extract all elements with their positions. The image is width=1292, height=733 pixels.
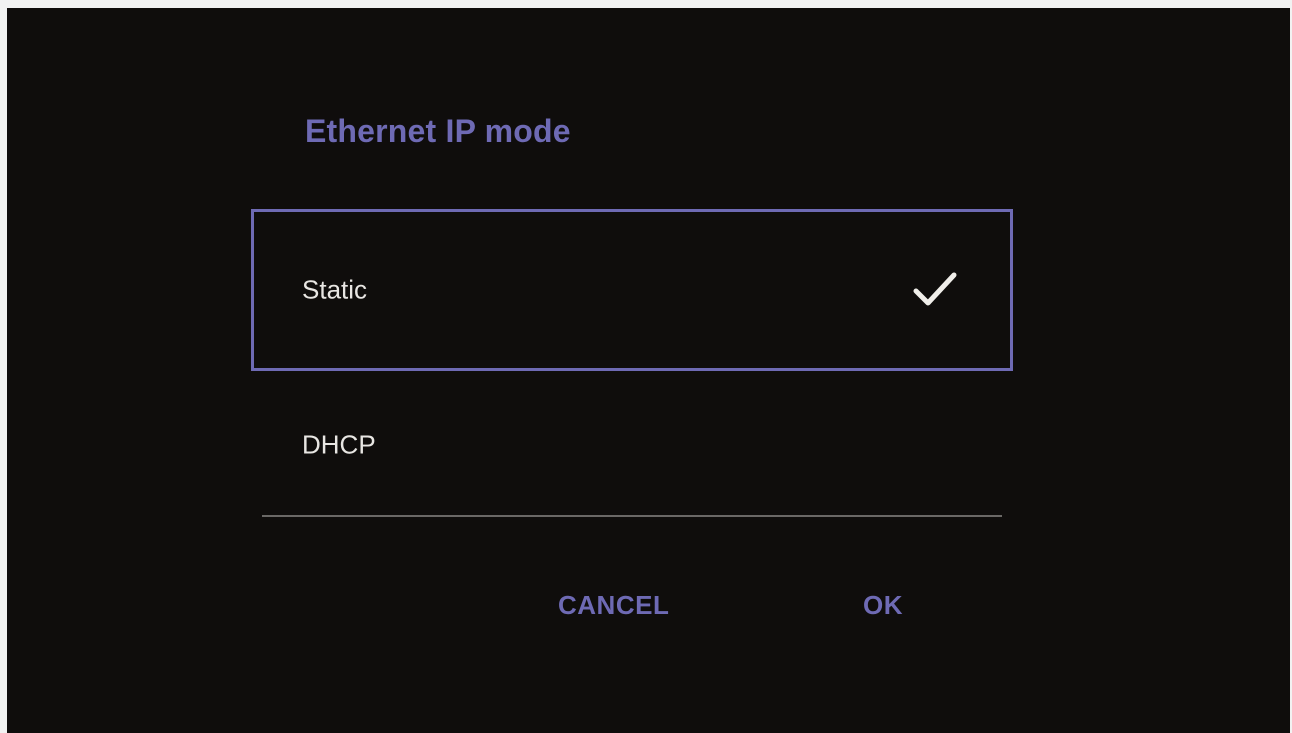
dialog-divider (262, 515, 1002, 517)
ok-button[interactable]: OK (857, 586, 909, 625)
option-static[interactable]: Static (251, 209, 1013, 371)
option-label-static: Static (302, 274, 368, 305)
option-label-dhcp: DHCP (302, 429, 376, 460)
option-dhcp[interactable]: DHCP (251, 364, 1013, 526)
checkmark-icon (913, 272, 957, 306)
tv-screen: Ethernet IP mode Static DHCP CANCEL OK (7, 8, 1290, 733)
cancel-button[interactable]: CANCEL (552, 586, 675, 625)
dialog-title: Ethernet IP mode (305, 113, 571, 149)
